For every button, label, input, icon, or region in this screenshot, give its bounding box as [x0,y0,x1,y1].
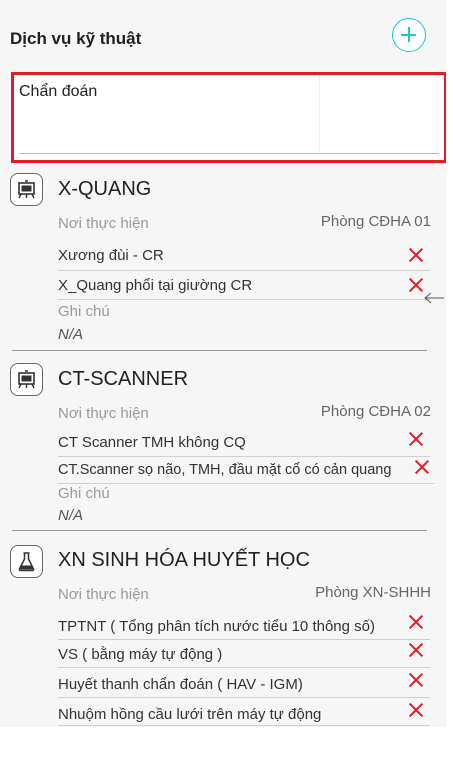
delete-icon[interactable] [409,615,423,629]
item-divider [58,697,430,698]
item-divider [58,483,434,484]
add-service-button[interactable] [392,18,426,52]
service-item: X_Quang phổi tại giường CR [58,277,253,294]
panel-header: Dịch vụ kỹ thuật [0,0,446,66]
delete-icon[interactable] [409,248,423,262]
item-divider [58,270,430,271]
delete-icon[interactable] [409,673,423,687]
room-value: Phòng XN-SHHH [315,584,431,601]
monitor-icon [10,173,43,206]
room-value: Phòng CĐHA 01 [320,213,431,230]
delete-icon[interactable] [415,460,429,474]
item-divider [58,639,430,640]
note-value: N/A [58,507,84,524]
service-group-title: CT-SCANNER [58,368,189,390]
item-divider [58,456,430,457]
place-label: Nơi thực hiện [58,215,149,232]
item-divider [58,725,430,726]
service-item: TPTNT ( Tổng phân tích nước tiểu 10 thôn… [58,618,375,635]
note-label: Ghi chú [58,485,110,502]
place-label: Nơi thực hiện [58,405,149,422]
service-group-title: X-QUANG [58,178,152,200]
delete-icon[interactable] [409,432,423,446]
arrow-left-icon [424,292,444,304]
diagnosis-underline [19,153,439,154]
service-item: Xương đùi - CR [58,247,164,264]
note-value: N/A [58,326,84,343]
delete-icon[interactable] [409,703,423,717]
panel-title: Dịch vụ kỹ thuật [10,29,142,48]
section-separator [12,350,427,351]
service-group-title: XN SINH HÓA HUYẾT HỌC [58,549,310,571]
diagnosis-input[interactable]: Chẩn đoán [11,72,446,163]
item-divider [58,667,430,668]
monitor-icon [10,363,43,396]
scrollbar[interactable] [446,0,453,727]
note-label: Ghi chú [58,303,110,320]
service-item: CT.Scanner sọ não, TMH, đầu mặt cổ có cả… [58,462,392,478]
delete-icon[interactable] [409,643,423,657]
delete-icon[interactable] [409,278,423,292]
room-value: Phòng CĐHA 02 [320,403,431,420]
service-item: VS ( bằng máy tự động ) [58,646,223,663]
diagnosis-text: Chẩn đoán [19,83,98,100]
service-item: Nhuộm hồng cầu lưới trên máy tự động [58,706,322,723]
service-item: Huyết thanh chẩn đoán ( HAV - IGM) [58,676,303,693]
section-separator [12,530,427,531]
flask-icon [10,545,43,578]
item-divider [58,299,430,300]
service-item: CT Scanner TMH không CQ [58,434,246,451]
diagnosis-divider [319,75,320,152]
technical-services-panel: Dịch vụ kỹ thuật Chẩn đoán X-QUANG Nơi t… [0,0,446,727]
place-label: Nơi thực hiện [58,586,149,603]
